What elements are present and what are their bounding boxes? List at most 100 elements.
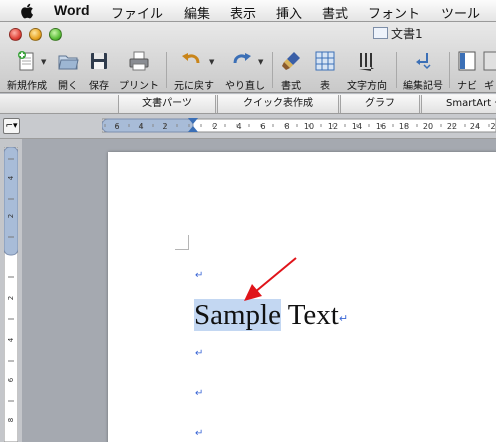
ruler-label: 6	[260, 122, 265, 131]
text-direction-icon	[359, 53, 374, 71]
print-button[interactable]: プリント	[115, 50, 163, 92]
edit-marks-label: 編集記号	[403, 81, 443, 92]
navigation-pane-button[interactable]: ナビ	[453, 50, 481, 92]
navigation-label: ナビ	[457, 81, 477, 92]
ruler-label: 12	[328, 122, 338, 131]
chevron-down-icon: ▼	[209, 58, 215, 66]
gallery-button[interactable]: ギ	[482, 50, 496, 92]
document-icon	[373, 27, 388, 39]
ruler-label: 6	[114, 122, 119, 131]
vertical-ruler[interactable]: 4 2 2 4 6 8	[4, 147, 18, 442]
ruler-bar: ⌐▾ 6 4 2 2 4 6 8 10 12 14 16 18 20 22 24…	[0, 114, 496, 139]
save-disk-icon	[91, 53, 107, 69]
window-title: 文書1	[373, 25, 423, 42]
ruler-label: 2	[7, 296, 15, 300]
new-document-label: 新規作成	[7, 81, 47, 92]
ruler-label: 10	[304, 122, 314, 131]
navigation-pane-icon	[458, 51, 476, 71]
redo-icon	[233, 53, 251, 64]
document-scroll-area[interactable]: ↵ Sample Text↵ ↵ ↵ ↵	[22, 139, 496, 442]
open-label: 開く	[58, 81, 78, 92]
ruler-label: 6	[7, 377, 15, 382]
tab-stop-selector[interactable]: ⌐▾	[3, 118, 20, 134]
menu-view[interactable]: 表示	[230, 3, 256, 22]
vertical-ruler-column: 4 2 2 4 6 8	[0, 139, 22, 442]
redo-label: やり直し	[225, 81, 265, 92]
menu-edit[interactable]: 編集	[184, 3, 210, 22]
table-grid-icon	[315, 51, 335, 71]
elements-gallery-tabs: 文書パーツ クイック表作成 グラフ SmartArt グ	[0, 94, 496, 114]
ruler-label: 22	[447, 122, 457, 131]
ruler-label: 4	[7, 175, 15, 180]
ruler-label: 2	[212, 122, 217, 131]
menu-format[interactable]: 書式	[322, 3, 348, 22]
toolbar-separator	[396, 52, 397, 88]
text-direction-button[interactable]: 文字方向	[342, 50, 392, 92]
tab-charts[interactable]: グラフ	[340, 95, 420, 113]
ruler-label: 8	[284, 122, 289, 131]
format-brush-icon	[282, 52, 300, 70]
print-label: プリント	[119, 81, 159, 92]
ruler-label: 2	[490, 122, 495, 131]
table-button[interactable]: 表	[310, 50, 340, 92]
toolbar-separator	[166, 52, 167, 88]
paragraph-mark: ↵	[338, 312, 349, 325]
menu-font[interactable]: フォント	[368, 3, 420, 22]
unselected-text[interactable]: Text	[281, 299, 339, 331]
window-title-text: 文書1	[391, 27, 423, 41]
save-button[interactable]: 保存	[84, 50, 114, 92]
minimize-window-button[interactable]	[29, 28, 42, 41]
paragraph-mark: ↵	[195, 428, 204, 439]
selected-text[interactable]: Sample	[194, 299, 281, 331]
tab-smartart[interactable]: SmartArt グ	[421, 95, 496, 113]
menu-tools[interactable]: ツール	[441, 3, 480, 22]
show-edit-marks-button[interactable]: 編集記号	[399, 50, 447, 92]
paragraph-mark: ↵	[195, 388, 204, 399]
tab-document-parts[interactable]: 文書パーツ	[118, 95, 216, 113]
ruler-label: 2	[162, 122, 167, 131]
chevron-down-icon: ▼	[258, 58, 264, 66]
format-button[interactable]: 書式	[276, 50, 306, 92]
undo-label: 元に戻す	[174, 81, 214, 92]
new-document-icon	[18, 51, 34, 71]
format-label: 書式	[281, 81, 301, 92]
paragraph-mark: ↵	[195, 270, 204, 281]
tab-quick-tables[interactable]: クイック表作成	[217, 95, 339, 113]
sample-text-line[interactable]: Sample Text↵	[194, 298, 348, 336]
zoom-window-button[interactable]	[49, 28, 62, 41]
open-button[interactable]: 開く	[53, 50, 83, 92]
ruler-label: 24	[470, 122, 480, 131]
new-document-button[interactable]: ▼ 新規作成	[3, 50, 51, 92]
toolbar-separator	[272, 52, 273, 88]
toolbar-separator	[449, 52, 450, 88]
ruler-label: 14	[352, 122, 362, 131]
redo-button[interactable]: ▼ やり直し	[220, 50, 270, 92]
ruler-label: 4	[138, 122, 143, 131]
ruler-label: 2	[7, 214, 15, 218]
open-folder-icon	[58, 55, 79, 70]
ruler-label: 18	[399, 122, 409, 131]
undo-button[interactable]: ▼ 元に戻す	[169, 50, 219, 92]
printer-icon	[129, 51, 149, 71]
document-page[interactable]: ↵ Sample Text↵ ↵ ↵ ↵	[108, 152, 496, 442]
text-direction-label: 文字方向	[347, 81, 387, 92]
menu-file[interactable]: ファイル	[111, 3, 163, 22]
horizontal-ruler[interactable]: 6 4 2 2 4 6 8 10 12 14 16 18 20 22 24 2	[102, 118, 496, 133]
gallery-label: ギ	[484, 81, 494, 92]
menu-app-name[interactable]: Word	[54, 2, 90, 18]
menu-bar: Word ファイル 編集 表示 挿入 書式 フォント ツール	[0, 0, 496, 22]
ruler-label: 20	[423, 122, 433, 131]
ruler-label: 8	[7, 418, 15, 422]
save-label: 保存	[89, 81, 109, 92]
margin-corner-mark	[175, 235, 189, 250]
undo-icon	[182, 53, 200, 64]
menu-insert[interactable]: 挿入	[276, 3, 302, 22]
apple-menu-icon[interactable]	[20, 2, 36, 20]
window-toolbar: 文書1 ▼ 新規作成 開く 保存 プリント ▼ 元に戻す ▼ やり直し 書式 表…	[0, 22, 496, 93]
close-window-button[interactable]	[9, 28, 22, 41]
table-label: 表	[320, 81, 330, 92]
gallery-icon	[483, 51, 496, 71]
ruler-label: 16	[376, 122, 386, 131]
chevron-down-icon: ▼	[41, 58, 47, 66]
ruler-label: 4	[236, 122, 241, 131]
